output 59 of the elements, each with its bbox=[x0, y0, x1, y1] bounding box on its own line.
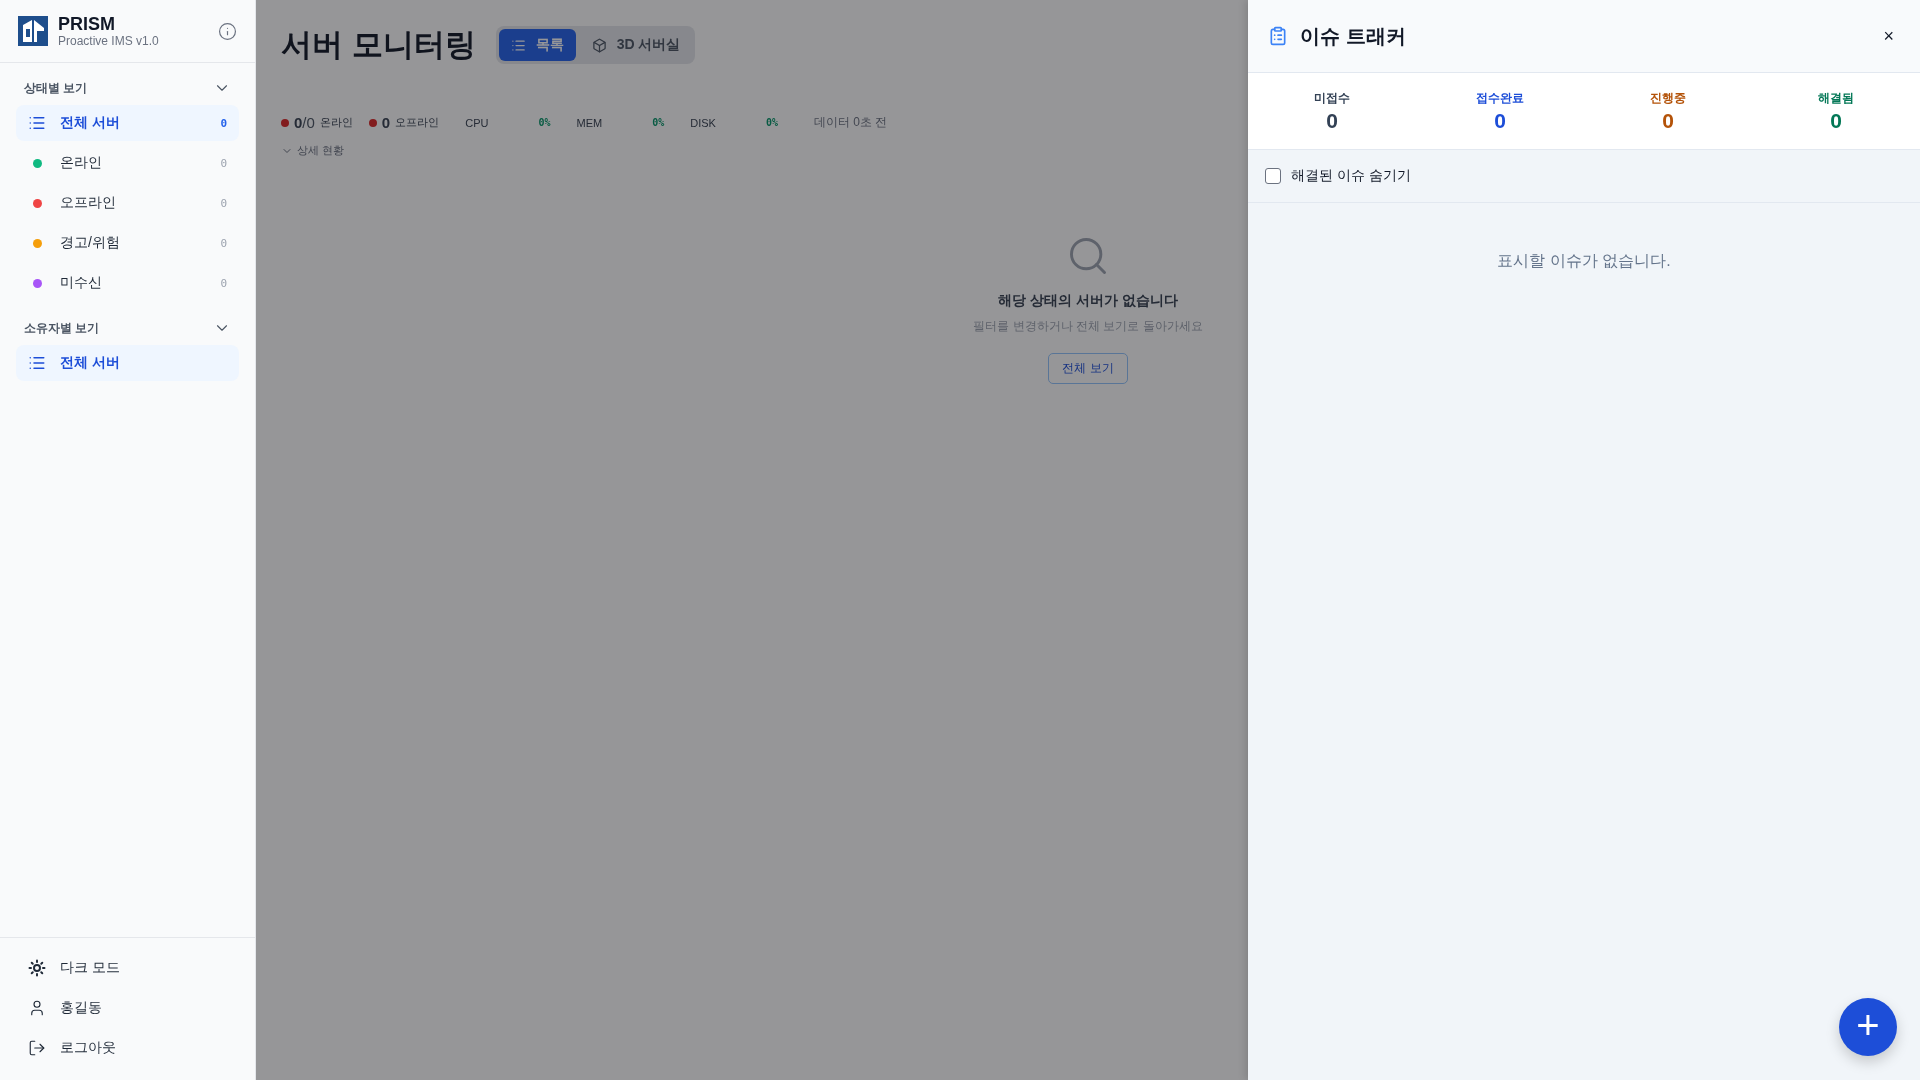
metric-label: CPU bbox=[465, 116, 489, 129]
sidebar-item[interactable]: 전체 서버 0 bbox=[16, 105, 239, 141]
status-dot bbox=[281, 118, 289, 127]
cube-icon bbox=[591, 37, 607, 53]
empty-message: 표시할 이슈가 없습니다. bbox=[1496, 251, 1672, 271]
section-header[interactable]: 상태별 보기 bbox=[16, 73, 239, 103]
metric-value: 0% bbox=[765, 117, 778, 128]
user-icon bbox=[28, 999, 46, 1017]
logo-icon bbox=[18, 16, 48, 46]
item-count: 0 bbox=[220, 156, 227, 170]
section-header[interactable]: 소유자별 보기 bbox=[16, 313, 239, 343]
sidebar-item[interactable]: 미수신 0 bbox=[16, 265, 239, 301]
info-icon[interactable] bbox=[218, 21, 237, 41]
item-count: 0 bbox=[220, 236, 227, 250]
show-all-button[interactable]: 전체 보기 bbox=[1048, 353, 1128, 384]
sidebar-item[interactable]: 오프라인 0 bbox=[16, 185, 239, 221]
item-count: 0 bbox=[220, 196, 227, 210]
update-time: 데이터 0초 전 bbox=[813, 114, 888, 131]
count-value: 0 bbox=[381, 114, 391, 131]
item-count: 0 bbox=[220, 276, 227, 290]
stat-value: 0 bbox=[1326, 108, 1338, 133]
list-icon bbox=[28, 354, 46, 372]
sun-icon bbox=[28, 959, 46, 977]
count-label: 오프라인 bbox=[395, 115, 440, 130]
stat-label: 해결됨 bbox=[1818, 89, 1854, 107]
stat-label: 미접수 bbox=[1314, 89, 1350, 107]
stat-label: 접수완료 bbox=[1476, 89, 1524, 107]
panel-title: 이슈 트래커 bbox=[1300, 23, 1407, 49]
checkbox-label: 해결된 이슈 숨기기 bbox=[1291, 167, 1411, 185]
stat-value: 0 bbox=[1830, 108, 1842, 133]
count-label: 온라인 bbox=[319, 115, 353, 130]
brand-subtitle: Proactive IMS v1.0 bbox=[58, 34, 160, 48]
list-icon bbox=[510, 37, 526, 53]
stat-value: 0 bbox=[1494, 108, 1506, 133]
logout-item[interactable]: 로그아웃 bbox=[16, 1030, 239, 1066]
count-total: /0 bbox=[302, 114, 315, 131]
brand-name: PRISM bbox=[58, 14, 116, 34]
close-button[interactable]: × bbox=[1877, 23, 1900, 49]
user-item[interactable]: 홍길동 bbox=[16, 990, 239, 1026]
count-value: 0 bbox=[294, 114, 303, 131]
item-count: 0 bbox=[220, 116, 227, 130]
logout-icon bbox=[28, 1039, 46, 1057]
status-dot bbox=[368, 118, 377, 127]
sidebar-item[interactable]: 경고/위험 0 bbox=[16, 225, 239, 261]
stat-label: 진행중 bbox=[1650, 89, 1686, 107]
theme-item[interactable]: 다크 모드 bbox=[16, 950, 239, 986]
sidebar-item[interactable]: 온라인 0 bbox=[16, 145, 239, 181]
empty-title: 해당 상태의 서버가 없습니다 bbox=[998, 292, 1178, 310]
clipboard-icon bbox=[1268, 26, 1288, 46]
sidebar-item[interactable]: 전체 서버 bbox=[16, 345, 239, 381]
metric-label: DISK bbox=[690, 116, 716, 129]
metric-value: 0% bbox=[538, 117, 551, 128]
stat-value: 0 bbox=[1662, 108, 1674, 133]
list-icon bbox=[28, 114, 46, 132]
hide-resolved-checkbox[interactable] bbox=[1265, 168, 1281, 184]
page-title: 서버 모니터링 bbox=[281, 26, 476, 64]
add-button[interactable]: + bbox=[1839, 998, 1897, 1056]
metric-value: 0% bbox=[652, 117, 665, 128]
metric-label: MEM bbox=[576, 116, 603, 129]
